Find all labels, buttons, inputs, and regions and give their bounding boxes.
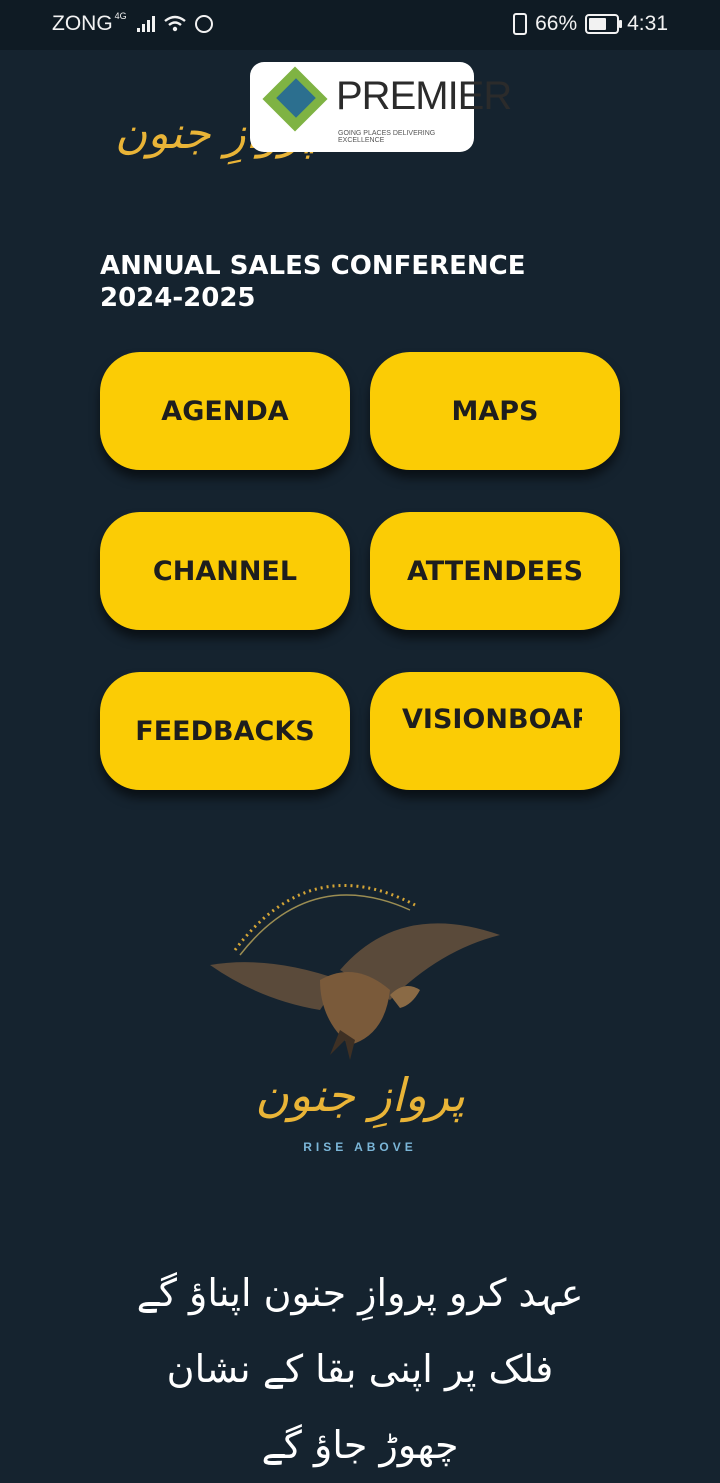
- vibrate-icon: [513, 13, 528, 35]
- status-left: ZONG 4G: [52, 11, 213, 36]
- attendees-button[interactable]: ATTENDEES: [370, 512, 620, 630]
- signal-icon: [136, 16, 155, 32]
- channel-button[interactable]: CHANNEL: [100, 512, 350, 630]
- eagle-emblem: [190, 860, 520, 1080]
- premier-tagline: GOING PLACES DELIVERING EXCELLENCE: [338, 130, 436, 144]
- carrier-label: ZONG: [52, 12, 113, 35]
- clock: 4:31: [627, 12, 668, 35]
- battery-percent: 66%: [535, 12, 578, 35]
- hotspot-icon: [194, 15, 213, 33]
- visionboard-label: VISIONBOARD: [402, 704, 582, 735]
- conference-title: ANNUAL SALES CONFERENCE 2024-2025: [100, 250, 560, 314]
- emblem-urdu-text: پروازِ جنون: [255, 1068, 465, 1122]
- poem-line1: عہد کرو پروازِ جنون اپناؤ گے: [136, 1271, 584, 1315]
- maps-button[interactable]: MAPS: [370, 352, 620, 470]
- conference-title-line2: 2024-2025: [100, 283, 256, 313]
- status-bar: ZONG 4G 66% 4:31: [0, 0, 720, 50]
- poem-line3: چھوڑ جاؤ گے: [261, 1423, 459, 1467]
- status-right: 66% 4:31: [513, 12, 668, 36]
- network-type: 4G: [114, 11, 127, 21]
- premier-logo: PREMIER GOING PLACES DELIVERING EXCELLEN…: [250, 62, 512, 152]
- eagle-icon: [210, 884, 500, 1060]
- emblem-slogan: RISE ABOVE: [303, 1140, 417, 1154]
- conference-title-line1: ANNUAL SALES CONFERENCE: [100, 251, 526, 281]
- battery-icon: [585, 14, 623, 34]
- premier-logo-text: PREMIER: [336, 74, 512, 118]
- wifi-icon: [163, 15, 186, 32]
- poem-line2: فلک پر اپنی بقا کے نشان: [166, 1347, 554, 1391]
- feedbacks-button[interactable]: FEEDBACKS: [100, 672, 350, 790]
- agenda-button[interactable]: AGENDA: [100, 352, 350, 470]
- visionboard-button[interactable]: VISIONBOARD: [370, 672, 620, 790]
- poem-text: عہد کرو پروازِ جنون اپناؤ گے فلک پر اپنی…: [60, 1255, 660, 1483]
